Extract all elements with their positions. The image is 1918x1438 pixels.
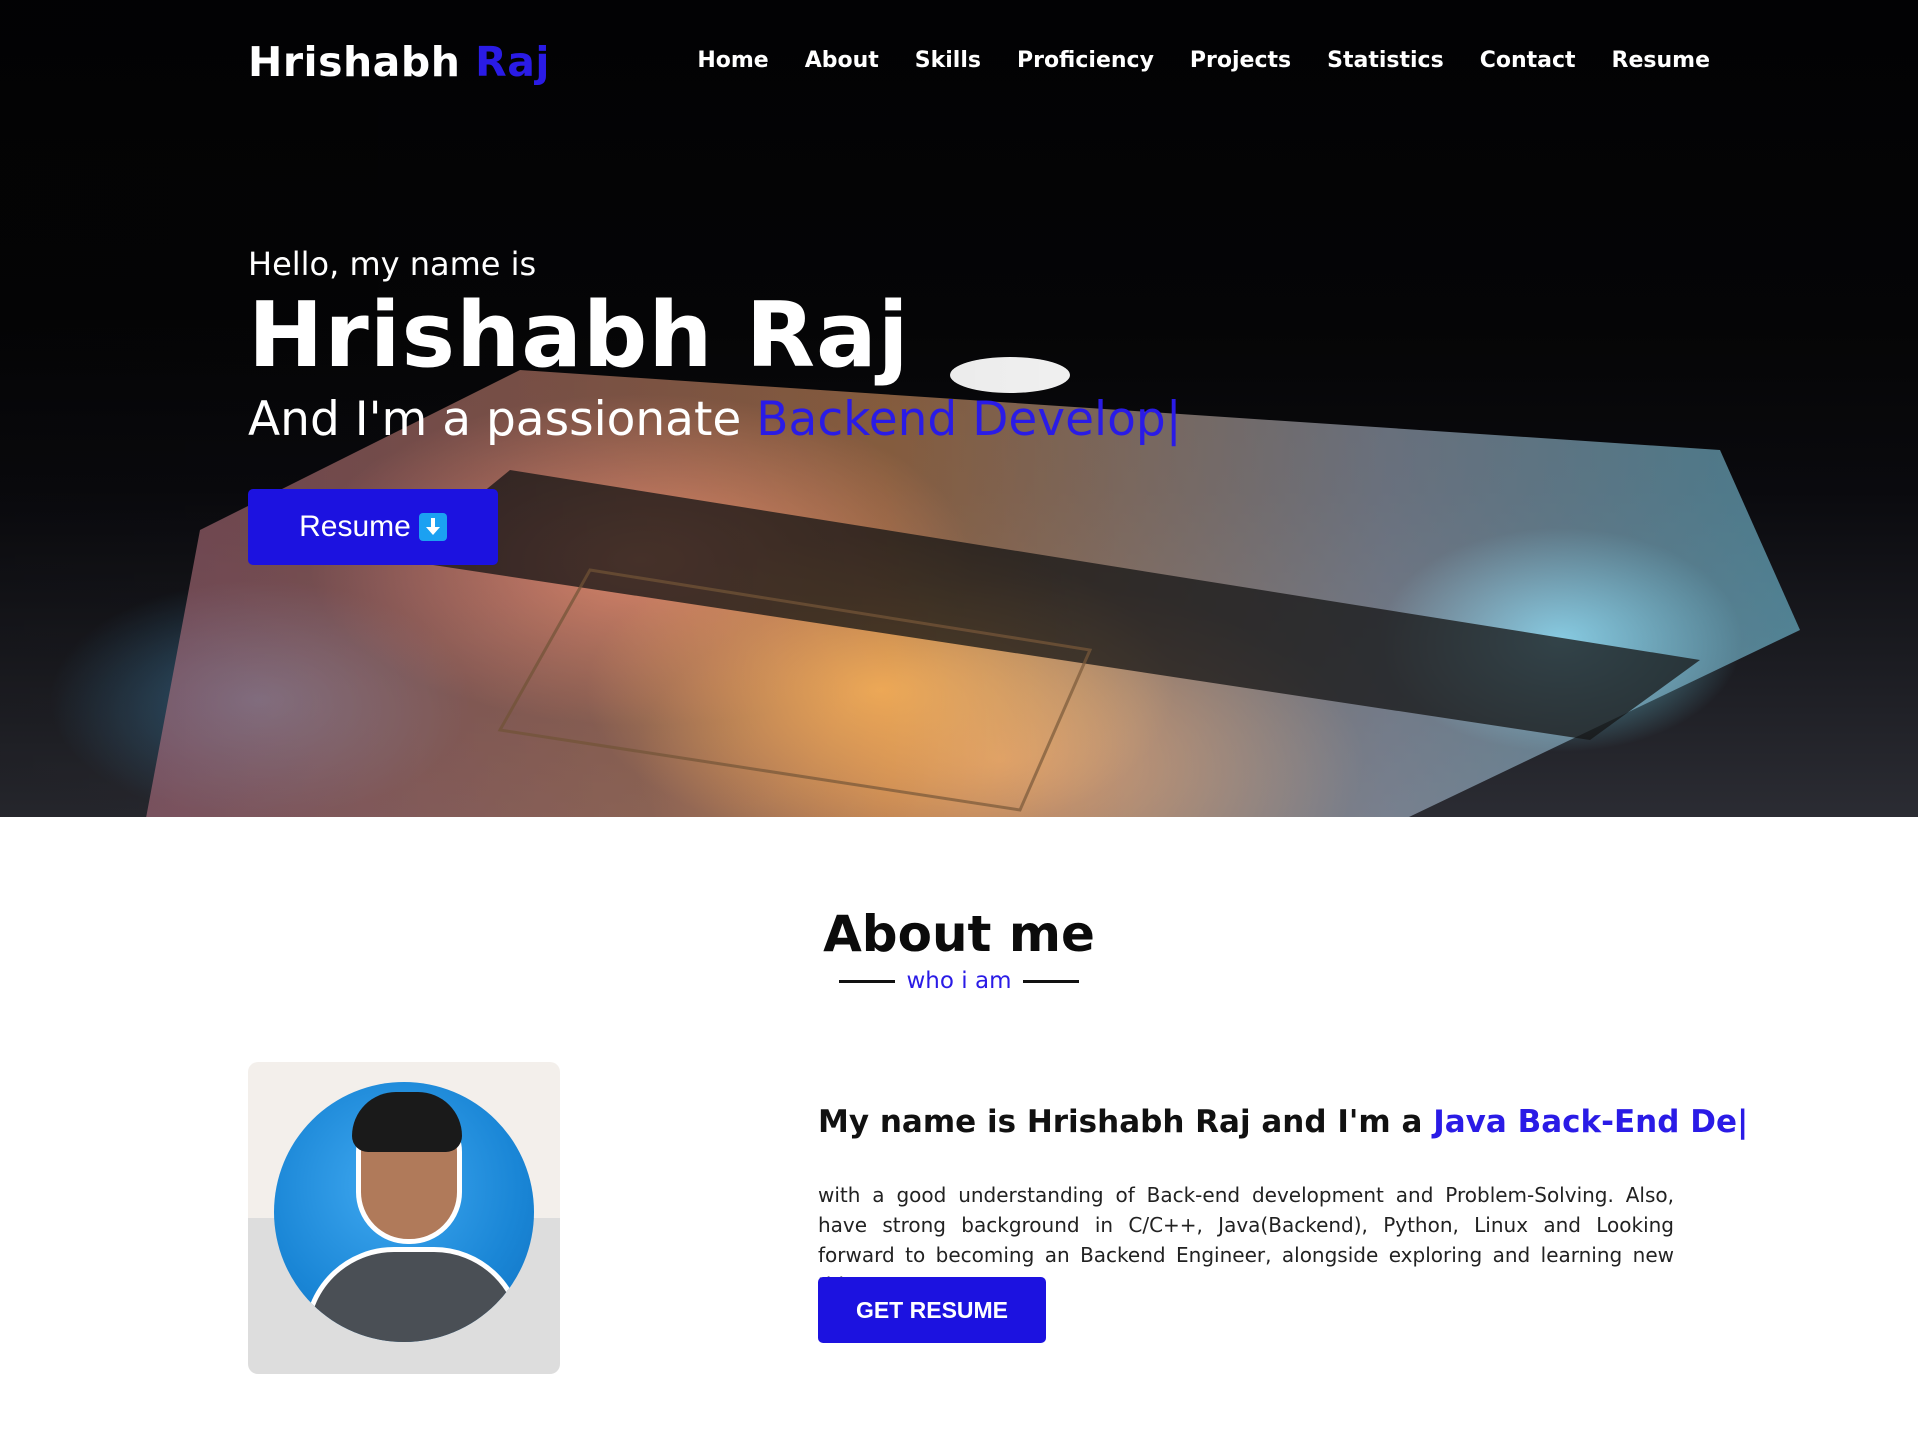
- nav-link-proficiency[interactable]: Proficiency: [1017, 48, 1154, 73]
- about-heading: My name is Hrishabh Raj and I'm a Java B…: [818, 1104, 1748, 1140]
- nav-link-projects[interactable]: Projects: [1190, 48, 1291, 73]
- nav-link-skills[interactable]: Skills: [915, 48, 981, 73]
- nav-link-contact[interactable]: Contact: [1480, 48, 1576, 73]
- about-heading-typed: Java Back-End De: [1433, 1104, 1737, 1140]
- hero-typed-text: Backend Develop: [756, 391, 1166, 447]
- brand-last-name: Raj: [475, 38, 550, 86]
- hero-resume-button-label: Resume: [299, 510, 411, 543]
- hero-tagline-prefix: And I'm a passionate: [248, 391, 742, 447]
- brand-first-name: Hrishabh: [248, 38, 461, 86]
- hero-greeting: Hello, my name is: [248, 245, 537, 283]
- navbar: Hrishabh Raj Home About Skills Proficien…: [0, 0, 1918, 126]
- hero-resume-button[interactable]: Resume: [248, 489, 498, 565]
- nav-link-home[interactable]: Home: [697, 48, 768, 73]
- about-section-subtitle: who i am: [0, 968, 1918, 994]
- about-subtitle-text: who i am: [906, 968, 1012, 994]
- hero-tagline: And I'm a passionate Backend Develop|: [248, 392, 1182, 447]
- profile-avatar: [274, 1082, 534, 1342]
- avatar-hair: [352, 1092, 462, 1152]
- about-section-title: About me: [823, 905, 1095, 963]
- typing-cursor: |: [1165, 391, 1182, 447]
- subtitle-right-line: [1023, 979, 1080, 983]
- subtitle-left-line: [838, 979, 895, 983]
- avatar-body: [304, 1247, 524, 1342]
- nav-link-resume[interactable]: Resume: [1612, 48, 1710, 73]
- about-typing-cursor: |: [1736, 1104, 1749, 1140]
- download-arrow-icon: [418, 513, 447, 541]
- get-resume-button[interactable]: GET RESUME: [818, 1277, 1046, 1343]
- nav-link-about[interactable]: About: [805, 48, 879, 73]
- hero-text: Hello, my name is Hrishabh Raj And I'm a…: [248, 245, 1182, 447]
- nav-link-statistics[interactable]: Statistics: [1327, 48, 1444, 73]
- nav-menu: Home About Skills Proficiency Projects S…: [661, 48, 1710, 73]
- hero-name: Hrishabh Raj: [248, 283, 910, 388]
- profile-photo-card: [248, 1062, 560, 1374]
- about-heading-prefix: My name is Hrishabh Raj and I'm a: [818, 1104, 1423, 1140]
- brand-logo[interactable]: Hrishabh Raj: [248, 38, 550, 86]
